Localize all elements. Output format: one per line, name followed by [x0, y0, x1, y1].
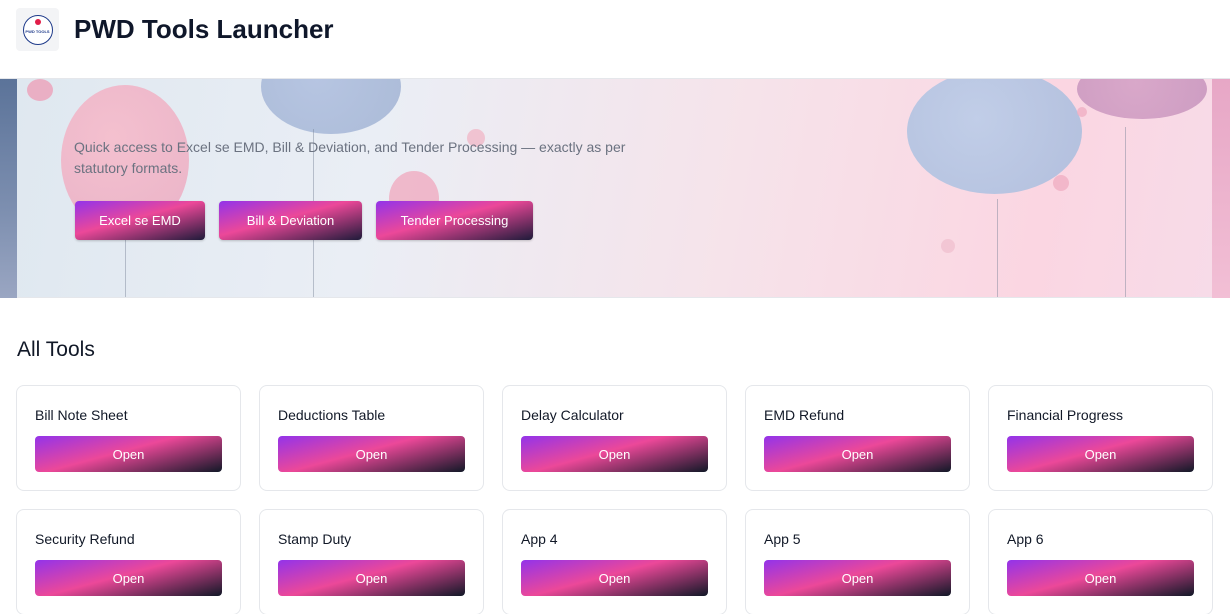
tool-card: Financial Progress Open: [988, 385, 1213, 491]
tool-card-label: Bill Note Sheet: [35, 407, 128, 423]
open-button[interactable]: Open: [278, 560, 465, 596]
open-button[interactable]: Open: [764, 436, 951, 472]
balloon-decoration: [261, 79, 401, 134]
bill-deviation-button[interactable]: Bill & Deviation: [219, 201, 362, 240]
page-title: PWD Tools Launcher: [74, 14, 334, 44]
balloon-decoration: [1077, 79, 1207, 119]
logo[interactable]: PWD TOOLS: [16, 8, 59, 51]
tool-card-label: Financial Progress: [1007, 407, 1123, 423]
tool-card-label: Deductions Table: [278, 407, 386, 423]
tool-card-label: EMD Refund: [764, 407, 845, 423]
balloon-decoration: [941, 239, 955, 253]
tender-processing-button[interactable]: Tender Processing: [376, 201, 533, 240]
tool-card: App 4 Open: [502, 509, 727, 614]
tool-card-label: Delay Calculator: [521, 407, 624, 423]
tool-card: Stamp Duty Open: [259, 509, 484, 614]
excel-se-emd-button[interactable]: Excel se EMD: [75, 201, 205, 240]
open-button[interactable]: Open: [521, 560, 708, 596]
tool-card: App 6 Open: [988, 509, 1213, 614]
tool-card: EMD Refund Open: [745, 385, 970, 491]
tool-card-label: App 4: [521, 531, 558, 547]
tool-card-label: App 6: [1007, 531, 1044, 547]
balloon-decoration: [1053, 175, 1069, 191]
open-button[interactable]: Open: [764, 560, 951, 596]
tool-card: Delay Calculator Open: [502, 385, 727, 491]
open-button[interactable]: Open: [1007, 560, 1194, 596]
open-button[interactable]: Open: [278, 436, 465, 472]
section-title: All Tools: [17, 338, 95, 361]
open-button[interactable]: Open: [1007, 436, 1194, 472]
pwd-logo-icon: PWD TOOLS: [22, 14, 53, 45]
balloon-decoration: [27, 79, 53, 101]
tool-card-label: Stamp Duty: [278, 531, 352, 547]
hero-description: Quick access to Excel se EMD, Bill & Dev…: [74, 139, 626, 176]
tool-card: Security Refund Open: [16, 509, 241, 614]
tool-card-label: Security Refund: [35, 531, 135, 547]
tool-card-label: App 5: [764, 531, 801, 547]
tool-card: App 5 Open: [745, 509, 970, 614]
hero-edge-right: [1212, 79, 1230, 298]
tool-card: Bill Note Sheet Open: [16, 385, 241, 491]
open-button[interactable]: Open: [521, 436, 708, 472]
hero-edge-left: [0, 79, 17, 298]
open-button[interactable]: Open: [35, 560, 222, 596]
app-header: PWD TOOLS PWD Tools Launcher: [0, 0, 1230, 79]
balloon-decoration: [1077, 107, 1087, 117]
open-button[interactable]: Open: [35, 436, 222, 472]
hero-banner: Quick access to Excel se EMD, Bill & Dev…: [17, 79, 1212, 298]
tool-card: Deductions Table Open: [259, 385, 484, 491]
